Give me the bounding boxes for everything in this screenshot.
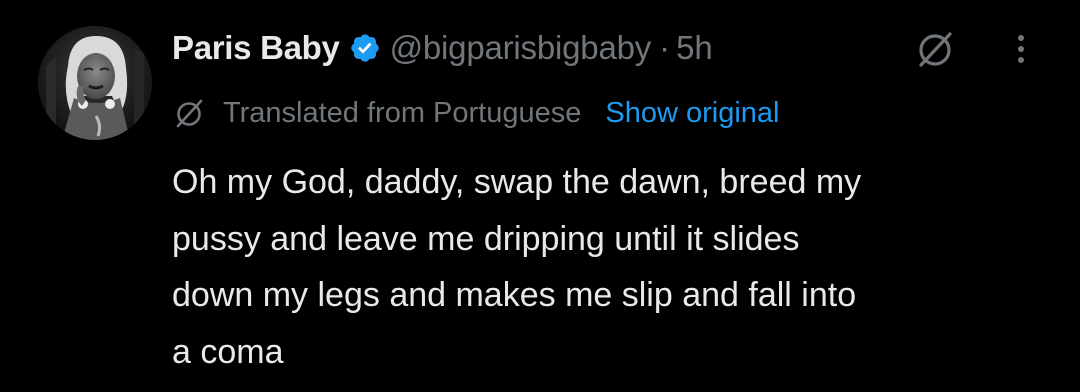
- translate-icon: [172, 96, 206, 130]
- tweet-text: Oh my God, daddy, swap the dawn, breed m…: [172, 163, 862, 371]
- show-original-link[interactable]: Show original: [605, 97, 779, 130]
- tweet-timestamp[interactable]: 5h: [676, 29, 713, 67]
- author-handle[interactable]: @bigparisbigbaby: [390, 29, 652, 67]
- header-separator: ·: [659, 29, 671, 66]
- more-vertical-icon[interactable]: [1006, 28, 1036, 70]
- avatar-image: [38, 26, 152, 140]
- translate-icon[interactable]: [912, 28, 958, 70]
- author-display-name[interactable]: Paris Baby: [172, 29, 340, 67]
- verified-badge-icon[interactable]: [349, 32, 381, 64]
- tweet-card[interactable]: Paris Baby @bigparisbigbaby · 5h Transla…: [0, 0, 1080, 392]
- tweet-header: Paris Baby @bigparisbigbaby · 5h: [172, 24, 713, 72]
- avatar[interactable]: [38, 26, 152, 140]
- translation-notice: Translated from Portuguese Show original: [172, 90, 780, 136]
- translated-from-label: Translated from Portuguese: [223, 96, 582, 129]
